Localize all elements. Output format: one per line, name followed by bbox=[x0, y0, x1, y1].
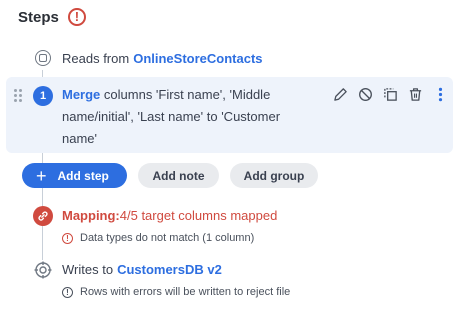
info-icon: ! bbox=[62, 232, 73, 244]
mapping-note: Data types do not match (1 column) bbox=[80, 232, 255, 244]
add-step-label: Add step bbox=[57, 168, 109, 183]
merge-step-description: Merge columns 'First name', 'Middle name… bbox=[62, 84, 302, 150]
merge-line-3: name' bbox=[62, 131, 98, 146]
source-icon bbox=[35, 50, 51, 66]
merge-line-1: columns 'First name', 'Middle bbox=[100, 87, 271, 102]
add-step-button[interactable]: + Add step bbox=[22, 163, 127, 188]
step-actions bbox=[328, 85, 453, 103]
page-title: Steps bbox=[18, 8, 59, 26]
source-prefix: Reads from bbox=[62, 50, 130, 66]
target-note: Rows with errors will be written to reje… bbox=[80, 286, 291, 298]
link-icon bbox=[33, 206, 53, 226]
duplicate-icon[interactable] bbox=[378, 85, 403, 103]
target-prefix: Writes to bbox=[62, 262, 114, 277]
mapping-warning: ! Data types do not match (1 column) bbox=[62, 232, 254, 244]
disable-icon[interactable] bbox=[353, 85, 378, 103]
target-name[interactable]: CustomersDB v2 bbox=[117, 262, 222, 277]
drag-handle-icon[interactable] bbox=[14, 89, 24, 103]
target-info: ! Rows with errors will be written to re… bbox=[62, 286, 290, 298]
steps-header: Steps ! bbox=[18, 8, 86, 26]
merge-line-2: name/initial', 'Last name' to 'Customer bbox=[62, 109, 281, 124]
target-step[interactable]: Writes to CustomersDB v2 bbox=[62, 262, 222, 277]
mapping-detail: 4/5 target columns mapped bbox=[119, 208, 278, 223]
source-step[interactable]: Reads from OnlineStoreContacts bbox=[35, 50, 263, 66]
delete-icon[interactable] bbox=[403, 85, 428, 103]
target-icon bbox=[34, 261, 52, 279]
info-icon: ! bbox=[62, 286, 73, 298]
mapping-step[interactable]: Mapping: 4/5 target columns mapped bbox=[62, 208, 277, 223]
merge-keyword: Merge bbox=[62, 87, 101, 102]
more-icon[interactable] bbox=[428, 85, 453, 103]
add-group-button[interactable]: Add group bbox=[230, 163, 318, 188]
mapping-label: Mapping: bbox=[62, 208, 120, 223]
warning-icon[interactable]: ! bbox=[67, 8, 86, 26]
add-note-button[interactable]: Add note bbox=[138, 163, 219, 188]
step-number-badge: 1 bbox=[33, 86, 53, 106]
plus-icon: + bbox=[36, 165, 47, 186]
source-name[interactable]: OnlineStoreContacts bbox=[133, 51, 262, 66]
edit-icon[interactable] bbox=[328, 85, 353, 103]
